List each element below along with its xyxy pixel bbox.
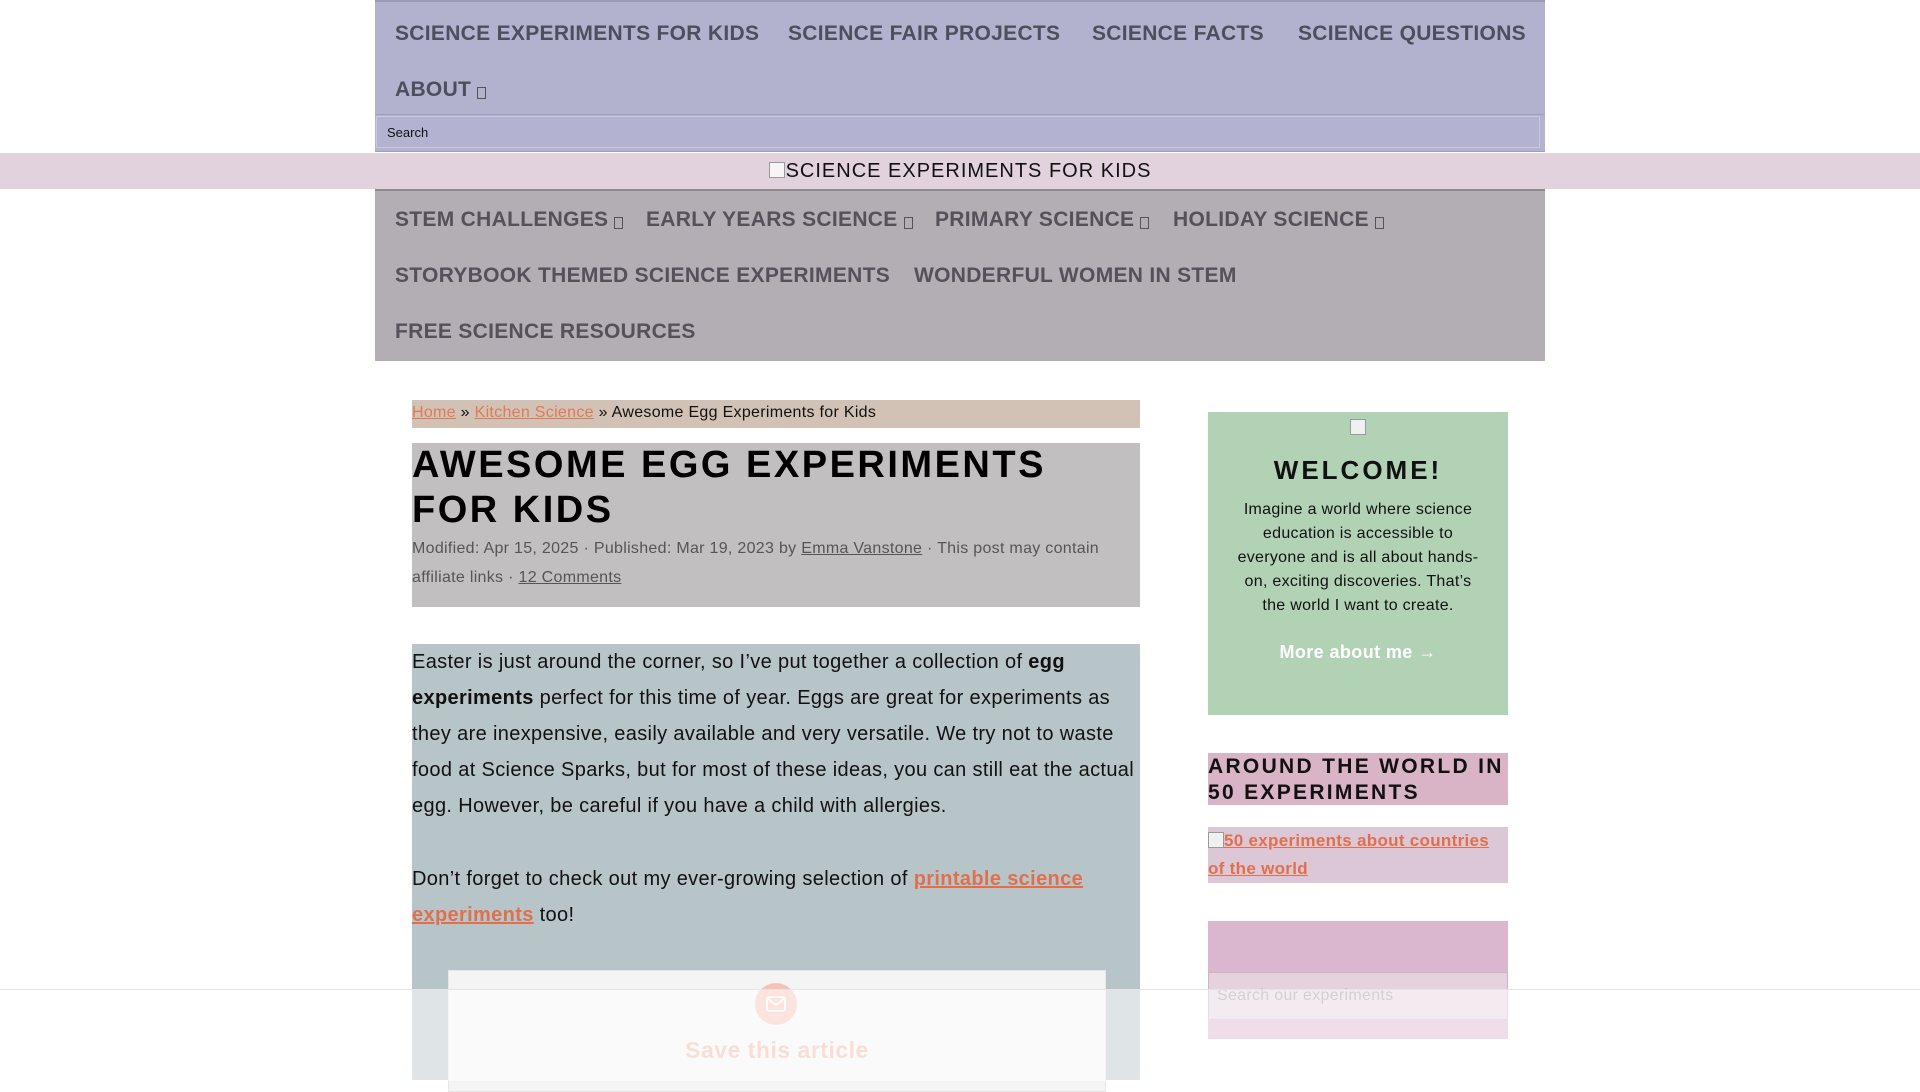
save-article-widget[interactable]: Save this article bbox=[448, 970, 1106, 1092]
breadcrumb-home-link[interactable]: Home bbox=[412, 404, 456, 421]
nav-label: WONDERFUL WOMEN IN STEM bbox=[914, 264, 1237, 287]
main-navigation: STEM CHALLENGES EARLY YEARS SCIENCE PRIM… bbox=[375, 189, 1545, 361]
nav-label: SCIENCE EXPERIMENTS FOR KIDS bbox=[395, 22, 760, 45]
world-experiments-link[interactable]: 50 experiments about countries of the wo… bbox=[1208, 831, 1489, 878]
breadcrumb-current: Awesome Egg Experiments for Kids bbox=[611, 404, 877, 421]
text: Easter is just around the corner, so I’v… bbox=[412, 651, 1029, 673]
broken-image-icon bbox=[1208, 832, 1224, 848]
nav-label: STORYBOOK THEMED SCIENCE EXPERIMENTS bbox=[395, 264, 891, 287]
dropdown-caret-icon bbox=[1140, 217, 1150, 229]
save-article-title: Save this article bbox=[685, 1037, 869, 1063]
broken-image-icon bbox=[1350, 419, 1366, 435]
post-meta: Modified: Apr 15, 2025 · Published: Mar … bbox=[412, 534, 1140, 592]
nav-label: SCIENCE QUESTIONS bbox=[1298, 22, 1526, 45]
page-title: AWESOME EGG EXPERIMENTS FOR KIDS bbox=[412, 444, 1046, 531]
nav-label: FREE SCIENCE RESOURCES bbox=[395, 320, 696, 343]
nav-item-science-questions[interactable]: SCIENCE QUESTIONS bbox=[1298, 22, 1526, 46]
logo-band: SCIENCE EXPERIMENTS FOR KIDS bbox=[0, 153, 1920, 189]
nav-item-free-resources[interactable]: FREE SCIENCE RESOURCES bbox=[395, 320, 696, 344]
nav-item-primary-science[interactable]: PRIMARY SCIENCE bbox=[935, 208, 1150, 232]
nav-label: SCIENCE FAIR PROJECTS bbox=[788, 22, 1061, 45]
dropdown-caret-icon bbox=[1374, 217, 1384, 229]
world-widget-image-link: 50 experiments about countries of the wo… bbox=[1208, 827, 1508, 883]
welcome-widget: WELCOME! Imagine a world where science e… bbox=[1208, 412, 1508, 715]
breadcrumb-separator: » bbox=[598, 404, 608, 421]
author-link[interactable]: Emma Vanstone bbox=[801, 540, 922, 557]
text: too! bbox=[533, 904, 575, 926]
more-about-me-link[interactable]: More about me → bbox=[1208, 642, 1508, 663]
top-navigation: SCIENCE EXPERIMENTS FOR KIDS SCIENCE FAI… bbox=[375, 0, 1545, 116]
article-header: AWESOME EGG EXPERIMENTS FOR KIDS Modifie… bbox=[412, 443, 1140, 607]
world-widget-heading: AROUND THE WORLD IN 50 EXPERIMENTS bbox=[1208, 753, 1508, 805]
meta-separator: · bbox=[508, 569, 514, 586]
header-search-input[interactable] bbox=[376, 116, 1540, 148]
nav-item-early-years-science[interactable]: EARLY YEARS SCIENCE bbox=[646, 208, 913, 232]
breadcrumb: Home » Kitchen Science » Awesome Egg Exp… bbox=[412, 400, 1140, 428]
breadcrumb-separator: » bbox=[460, 404, 470, 421]
welcome-title: WELCOME! bbox=[1273, 455, 1443, 485]
header-search bbox=[375, 114, 1545, 152]
intro-paragraph: Easter is just around the corner, so I’v… bbox=[412, 644, 1140, 824]
mail-icon bbox=[755, 983, 797, 1025]
nav-item-storybook-themed[interactable]: STORYBOOK THEMED SCIENCE EXPERIMENTS bbox=[395, 264, 890, 288]
meta-separator: · bbox=[926, 540, 933, 557]
dropdown-caret-icon bbox=[614, 217, 624, 229]
meta-separator: · bbox=[583, 540, 590, 557]
nav-label: SCIENCE FACTS bbox=[1092, 22, 1264, 45]
nav-label: ABOUT bbox=[395, 78, 472, 101]
nav-label: PRIMARY SCIENCE bbox=[935, 208, 1135, 231]
world-widget-title: AROUND THE WORLD IN 50 EXPERIMENTS bbox=[1208, 755, 1504, 804]
dropdown-caret-icon bbox=[903, 217, 913, 229]
welcome-text: Imagine a world where science education … bbox=[1237, 501, 1479, 614]
text: Don’t forget to check out my ever-growin… bbox=[412, 868, 914, 890]
nav-item-holiday-science[interactable]: HOLIDAY SCIENCE bbox=[1173, 208, 1384, 232]
nav-item-stem-challenges[interactable]: STEM CHALLENGES bbox=[395, 208, 624, 232]
by-label: by bbox=[778, 540, 797, 557]
nav-label: EARLY YEARS SCIENCE bbox=[646, 208, 898, 231]
nav-item-science-fair-projects[interactable]: SCIENCE FAIR PROJECTS bbox=[788, 22, 1060, 46]
site-logo[interactable]: SCIENCE EXPERIMENTS FOR KIDS bbox=[768, 153, 1152, 189]
sidebar-search-input[interactable] bbox=[1208, 972, 1508, 1020]
nav-item-science-experiments[interactable]: SCIENCE EXPERIMENTS FOR KIDS bbox=[395, 22, 759, 46]
logo-alt-text: SCIENCE EXPERIMENTS FOR KIDS bbox=[785, 160, 1152, 182]
nav-item-science-facts[interactable]: SCIENCE FACTS bbox=[1092, 22, 1264, 46]
modified-date: Modified: Apr 15, 2025 bbox=[412, 540, 579, 557]
dropdown-caret-icon bbox=[477, 87, 487, 99]
comments-link[interactable]: 12 Comments bbox=[519, 569, 622, 586]
breadcrumb-category-link[interactable]: Kitchen Science bbox=[475, 404, 594, 421]
nav-label: STEM CHALLENGES bbox=[395, 208, 609, 231]
broken-image-icon bbox=[768, 162, 785, 178]
sidebar-search-widget bbox=[1208, 921, 1508, 1039]
nav-item-about[interactable]: ABOUT bbox=[395, 78, 487, 102]
printables-paragraph: Don’t forget to check out my ever-growin… bbox=[412, 861, 1140, 933]
nav-label: HOLIDAY SCIENCE bbox=[1173, 208, 1369, 231]
nav-item-wonderful-women[interactable]: WONDERFUL WOMEN IN STEM bbox=[914, 264, 1237, 288]
published-date: Published: Mar 19, 2023 bbox=[593, 540, 775, 557]
